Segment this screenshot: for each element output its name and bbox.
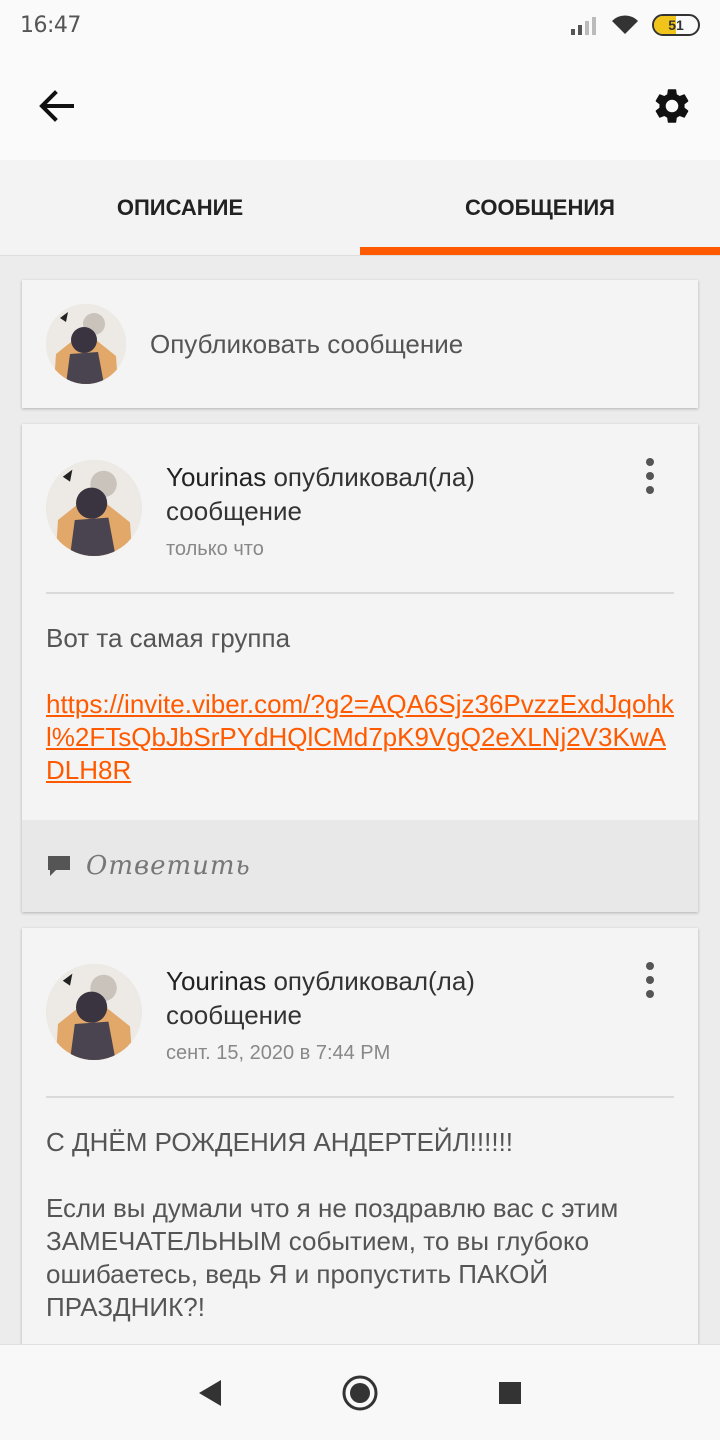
- back-button[interactable]: [30, 80, 82, 132]
- battery-indicator: 51: [652, 14, 700, 36]
- author-line: Yourinas опубликовал(ла) сообщение: [166, 460, 606, 528]
- message-card: Yourinas опубликовал(ла) сообщение сент.…: [22, 928, 698, 1358]
- author-name[interactable]: Yourinas: [166, 462, 266, 492]
- settings-button[interactable]: [646, 80, 698, 132]
- reply-button[interactable]: Ответить: [22, 820, 698, 912]
- avatar: [46, 460, 142, 556]
- more-vert-icon: [646, 962, 654, 970]
- wifi-icon: [612, 15, 638, 34]
- avatar: [46, 304, 126, 384]
- signal-icon: [571, 17, 596, 35]
- avatar-image: [46, 304, 126, 384]
- divider: [46, 1096, 674, 1098]
- post-message-box[interactable]: Опубликовать сообщение: [22, 280, 698, 408]
- status-time: 16:47: [20, 12, 81, 38]
- app-bar: [0, 50, 720, 160]
- status-bar: 16:47 51: [0, 0, 720, 50]
- more-options-button[interactable]: [638, 456, 662, 496]
- nav-recents-button[interactable]: [485, 1368, 535, 1418]
- message-link[interactable]: https://invite.viber.com/?g2=AQA6Sjz36Pv…: [46, 688, 674, 787]
- message-text: Вот та самая группа: [46, 623, 291, 653]
- message-title-text: С ДНЁМ РОЖДЕНИЯ АНДЕРТЕЙЛ!!!!!!: [46, 1127, 514, 1157]
- nav-home-button[interactable]: [335, 1368, 385, 1418]
- message-author-avatar[interactable]: [46, 460, 142, 556]
- more-options-button[interactable]: [638, 960, 662, 1000]
- more-vert-icon: [646, 458, 654, 466]
- divider: [46, 592, 674, 594]
- triangle-back-icon: [199, 1379, 221, 1406]
- tab-description[interactable]: ОПИСАНИЕ: [0, 160, 360, 255]
- author-line: Yourinas опубликовал(ла) сообщение: [166, 964, 606, 1032]
- arrow-left-icon: [39, 90, 74, 122]
- nav-back-button[interactable]: [185, 1368, 235, 1418]
- square-recents-icon: [499, 1381, 521, 1404]
- message-timestamp: только что: [166, 538, 264, 560]
- reply-label: Ответить: [86, 851, 251, 881]
- home-circle-icon: [342, 1375, 378, 1410]
- message-meta: Yourinas опубликовал(ла) сообщение сент.…: [166, 964, 606, 1065]
- message-author-avatar[interactable]: [46, 964, 142, 1060]
- message-timestamp: сент. 15, 2020 в 7:44 PM: [166, 1042, 391, 1064]
- battery-level: 51: [668, 17, 684, 33]
- system-nav-bar: [0, 1344, 720, 1440]
- message-card: Yourinas опубликовал(ла) сообщение тольк…: [22, 424, 698, 912]
- author-name[interactable]: Yourinas: [166, 966, 266, 996]
- tab-bar: ОПИСАНИЕ СООБЩЕНИЯ: [0, 160, 720, 256]
- status-icons: 51: [570, 14, 700, 36]
- post-message-label: Опубликовать сообщение: [150, 328, 464, 359]
- comment-icon: [48, 856, 70, 876]
- gear-icon: [655, 89, 689, 123]
- message-meta: Yourinas опубликовал(ла) сообщение тольк…: [166, 460, 606, 561]
- avatar-image: [46, 964, 142, 1060]
- tab-messages[interactable]: СООБЩЕНИЯ: [360, 160, 720, 255]
- avatar-image: [46, 460, 142, 556]
- avatar: [46, 964, 142, 1060]
- message-text: Если вы думали что я не поздравлю вас с …: [46, 1193, 619, 1322]
